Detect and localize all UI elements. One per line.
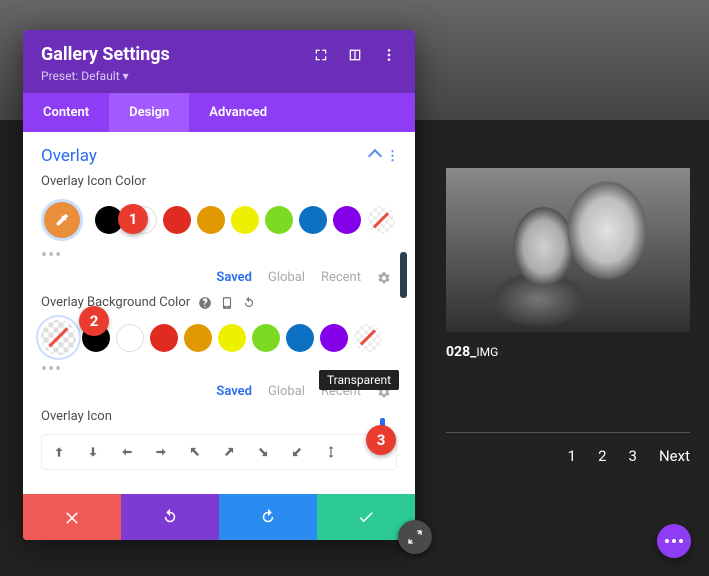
- tabs: Content Design Advanced: [23, 93, 415, 132]
- section-overlay-title[interactable]: Overlay: [41, 146, 97, 166]
- overlay-icon-label: Overlay Icon: [41, 409, 397, 424]
- tooltip-transparent: Transparent: [319, 370, 399, 390]
- gallery-thumbnail[interactable]: [446, 168, 690, 332]
- swatch-tab-saved[interactable]: Saved: [216, 270, 252, 285]
- collapse-icon[interactable]: [368, 149, 382, 163]
- swatch-red[interactable]: [150, 324, 178, 352]
- swatch-green[interactable]: [252, 324, 280, 352]
- columns-icon[interactable]: [347, 47, 363, 63]
- overlay-icon-color-swatches: [41, 199, 397, 241]
- arrow-updown-icon[interactable]: [324, 445, 338, 459]
- swatch-settings-icon[interactable]: [377, 271, 391, 285]
- arrow-down-icon[interactable]: [86, 445, 100, 459]
- page-3[interactable]: 3: [629, 447, 637, 465]
- swatch-yellow[interactable]: [231, 206, 259, 234]
- tab-design[interactable]: Design: [109, 93, 189, 132]
- swatch-blue[interactable]: [286, 324, 314, 352]
- overlay-icon-picker[interactable]: [41, 434, 397, 470]
- page-2[interactable]: 2: [598, 447, 606, 465]
- fullscreen-icon[interactable]: [313, 47, 329, 63]
- swatch-tab-global[interactable]: Global: [268, 384, 305, 399]
- cancel-button[interactable]: [23, 494, 121, 540]
- scrollbar-thumb[interactable]: [400, 252, 407, 298]
- pagination: 1 2 3 Next: [446, 432, 690, 465]
- swatch-orange[interactable]: [197, 206, 225, 234]
- callout-3: 3: [366, 425, 396, 455]
- resize-handle[interactable]: [398, 520, 432, 554]
- swatch-tab-global[interactable]: Global: [268, 270, 305, 285]
- swatch-red[interactable]: [163, 206, 191, 234]
- swatch-green[interactable]: [265, 206, 293, 234]
- panel-title: Gallery Settings: [41, 44, 170, 65]
- swatch-transparent[interactable]: [354, 324, 382, 352]
- overlay-icon-color-label: Overlay Icon Color: [41, 174, 397, 189]
- arrow-up-left-icon[interactable]: [188, 445, 202, 459]
- tab-content[interactable]: Content: [23, 93, 109, 132]
- eyedropper-button[interactable]: [41, 199, 83, 241]
- gallery-area: 028_IMG 1 2 3 Next: [446, 168, 690, 465]
- panel-footer: [23, 494, 415, 540]
- arrow-left-icon[interactable]: [120, 445, 134, 459]
- callout-2: 2: [79, 306, 109, 336]
- section-more-icon[interactable]: ⋮: [386, 149, 397, 164]
- callout-1: 1: [118, 204, 148, 234]
- undo-button[interactable]: [121, 494, 219, 540]
- redo-button[interactable]: [219, 494, 317, 540]
- reset-icon[interactable]: [242, 296, 256, 310]
- swatch-transparent-selected[interactable]: [41, 320, 76, 355]
- arrow-right-icon[interactable]: [154, 445, 168, 459]
- swatch-tab-recent[interactable]: Recent: [321, 270, 361, 285]
- swatch-tab-saved[interactable]: Saved: [216, 384, 252, 399]
- page-1[interactable]: 1: [568, 447, 576, 465]
- swatch-purple[interactable]: [320, 324, 348, 352]
- preset-dropdown[interactable]: Preset: Default ▾: [41, 69, 397, 83]
- swatch-orange[interactable]: [184, 324, 212, 352]
- swatch-yellow[interactable]: [218, 324, 246, 352]
- swatch-transparent[interactable]: [367, 206, 395, 234]
- swatch-purple[interactable]: [333, 206, 361, 234]
- page-next[interactable]: Next: [659, 447, 690, 465]
- panel-header: Gallery Settings Preset: Default ▾: [23, 30, 415, 93]
- arrow-down-right-icon[interactable]: [256, 445, 270, 459]
- arrow-up-icon[interactable]: [52, 445, 66, 459]
- swatch-white[interactable]: [116, 324, 144, 352]
- gallery-settings-panel: Gallery Settings Preset: Default ▾ Conte…: [23, 30, 415, 540]
- arrow-down-left-icon[interactable]: [290, 445, 304, 459]
- fab-more[interactable]: [657, 524, 691, 558]
- arrow-up-right-icon[interactable]: [222, 445, 236, 459]
- help-icon[interactable]: [198, 296, 212, 310]
- more-icon[interactable]: [381, 47, 397, 63]
- tab-advanced[interactable]: Advanced: [189, 93, 287, 132]
- swatch-more-icon[interactable]: •••: [41, 245, 397, 266]
- swatch-blue[interactable]: [299, 206, 327, 234]
- gallery-caption: 028_IMG: [446, 344, 690, 360]
- mobile-icon[interactable]: [220, 296, 234, 310]
